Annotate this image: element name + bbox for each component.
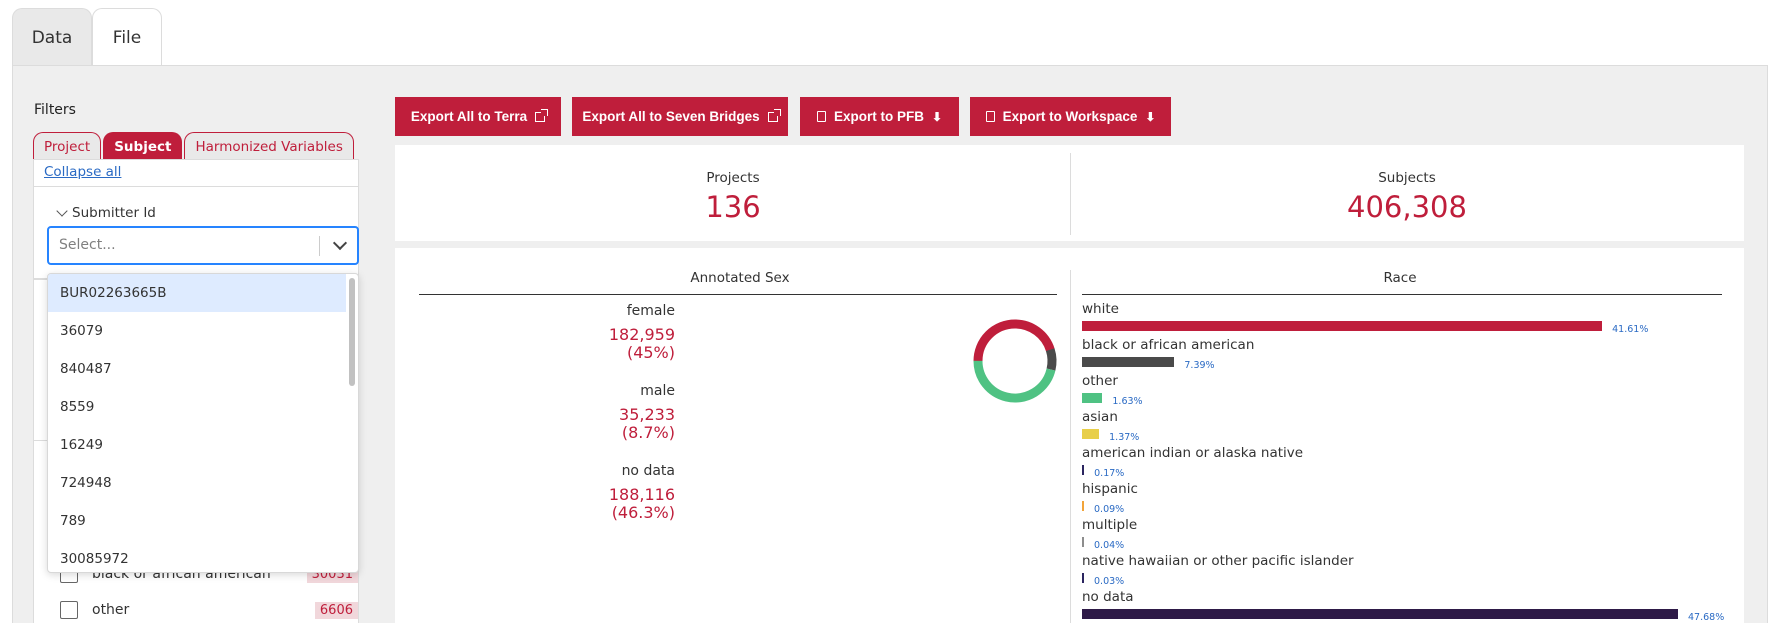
- download-icon: ⬇: [1145, 109, 1156, 124]
- file-icon: [985, 111, 995, 122]
- race-percent-label: 7.39%: [1184, 360, 1215, 371]
- button-label: Export to PFB: [833, 109, 924, 124]
- section-title: Submitter Id: [72, 205, 156, 221]
- tab-data[interactable]: Data: [12, 8, 92, 66]
- sex-count-value: 182,959: [608, 325, 675, 344]
- race-category-label: asian: [1082, 409, 1118, 425]
- top-tabs: Data File: [12, 8, 162, 66]
- dropdown-option[interactable]: 16249: [48, 426, 346, 464]
- select-placeholder: Select...: [59, 237, 116, 253]
- projects-label: Projects: [706, 170, 760, 186]
- race-category-label: other: [1082, 373, 1118, 389]
- race-category-label: multiple: [1082, 517, 1138, 533]
- divider: [33, 186, 359, 187]
- race-bar[interactable]: [1082, 429, 1100, 439]
- export-all-to-terra-button[interactable]: Export All to Terra: [395, 97, 561, 136]
- sex-percent-value: (46.3%): [611, 503, 675, 522]
- external-link-icon: [767, 108, 781, 122]
- export-all-to-seven-bridges-button[interactable]: Export All to Seven Bridges: [572, 97, 788, 136]
- sex-chart-title: Annotated Sex: [690, 270, 790, 286]
- subjects-value: 406,308: [1347, 190, 1467, 224]
- sex-count-value: 188,116: [608, 485, 675, 504]
- submitter-id-section-header[interactable]: Submitter Id: [56, 205, 156, 221]
- race-category-label: no data: [1082, 589, 1134, 605]
- race-bar[interactable]: [1082, 537, 1084, 547]
- dropdown-option[interactable]: BUR02263665B: [48, 274, 346, 312]
- race-bar[interactable]: [1082, 573, 1084, 583]
- sex-count-value: 35,233: [619, 405, 675, 424]
- filter-option-label: other: [92, 602, 130, 618]
- divider: [1070, 270, 1071, 623]
- sex-donut-chart: [970, 316, 1060, 406]
- race-percent-label: 0.17%: [1094, 468, 1125, 479]
- dropdown-option[interactable]: 789: [48, 502, 346, 540]
- export-to-pfb-button[interactable]: Export to PFB ⬇: [800, 97, 959, 136]
- chevron-down-icon[interactable]: [332, 235, 348, 251]
- sex-percent-value: (45%): [626, 343, 675, 362]
- external-link-icon: [535, 108, 549, 122]
- collapse-all-link[interactable]: Collapse all: [44, 164, 121, 180]
- dropdown-option[interactable]: 8559: [48, 388, 346, 426]
- count-badge: 6606: [314, 601, 358, 619]
- dropdown-option[interactable]: 724948: [48, 464, 346, 502]
- filter-tab-project[interactable]: Project: [33, 132, 102, 160]
- filter-option-row[interactable]: other 6606: [60, 601, 358, 619]
- download-icon: ⬇: [931, 109, 943, 124]
- donut-slice-no-data[interactable]: [970, 316, 1059, 405]
- race-bar[interactable]: [1082, 501, 1084, 511]
- race-percent-label: 41.61%: [1612, 324, 1649, 335]
- filters-title: Filters: [34, 102, 76, 118]
- race-category-label: black or african american: [1082, 337, 1255, 353]
- projects-value: 136: [705, 190, 761, 224]
- race-percent-label: 1.63%: [1112, 396, 1143, 407]
- filter-tabs: Project Subject Harmonized Variables: [33, 132, 354, 160]
- race-percent-label: 0.09%: [1094, 504, 1125, 515]
- button-label: Export All to Seven Bridges: [582, 109, 760, 124]
- filter-tab-harmonized-variables[interactable]: Harmonized Variables: [184, 132, 354, 160]
- button-label: Export to Workspace: [1002, 109, 1138, 124]
- race-chart-title: Race: [1383, 270, 1417, 286]
- button-label: Export All to Terra: [410, 109, 528, 124]
- chevron-down-icon: [56, 205, 68, 217]
- race-bar[interactable]: [1082, 465, 1085, 475]
- subjects-label: Subjects: [1378, 170, 1436, 186]
- race-bar[interactable]: [1082, 393, 1103, 403]
- donut-slice-male[interactable]: [970, 316, 1060, 406]
- dropdown-option[interactable]: 36079: [48, 312, 346, 350]
- chart-title-rule: [419, 294, 1057, 295]
- race-bar[interactable]: [1082, 609, 1678, 619]
- race-category-label: hispanic: [1082, 481, 1138, 497]
- chart-title-rule: [1082, 294, 1722, 295]
- race-bar[interactable]: [1082, 357, 1175, 367]
- tab-file[interactable]: File: [92, 8, 162, 66]
- sex-percent-value: (8.7%): [621, 423, 675, 442]
- dropdown-option[interactable]: 30085972: [48, 540, 346, 572]
- filter-tab-subject[interactable]: Subject: [103, 132, 183, 160]
- race-percent-label: 0.03%: [1094, 576, 1125, 587]
- sex-category-label: no data: [621, 463, 675, 479]
- submitter-id-select[interactable]: Select...: [47, 226, 359, 265]
- sex-category-label: male: [640, 383, 675, 399]
- divider: [1070, 153, 1071, 235]
- scrollbar[interactable]: [349, 278, 355, 386]
- race-bar[interactable]: [1082, 321, 1603, 331]
- export-to-workspace-button[interactable]: Export to Workspace ⬇: [970, 97, 1171, 136]
- race-category-label: american indian or alaska native: [1082, 445, 1304, 461]
- race-percent-label: 0.04%: [1094, 540, 1125, 551]
- select-separator: [319, 236, 320, 256]
- dropdown-option[interactable]: 840487: [48, 350, 346, 388]
- sex-category-label: female: [626, 303, 675, 319]
- race-percent-label: 47.68%: [1688, 612, 1725, 623]
- race-category-label: native hawaiian or other pacific islande…: [1082, 553, 1354, 569]
- race-percent-label: 1.37%: [1109, 432, 1140, 443]
- submitter-id-dropdown-menu: BUR02263665B 36079 840487 8559 16249 724…: [47, 273, 359, 573]
- checkbox[interactable]: [60, 601, 78, 619]
- file-icon: [816, 111, 826, 122]
- race-category-label: white: [1082, 301, 1119, 317]
